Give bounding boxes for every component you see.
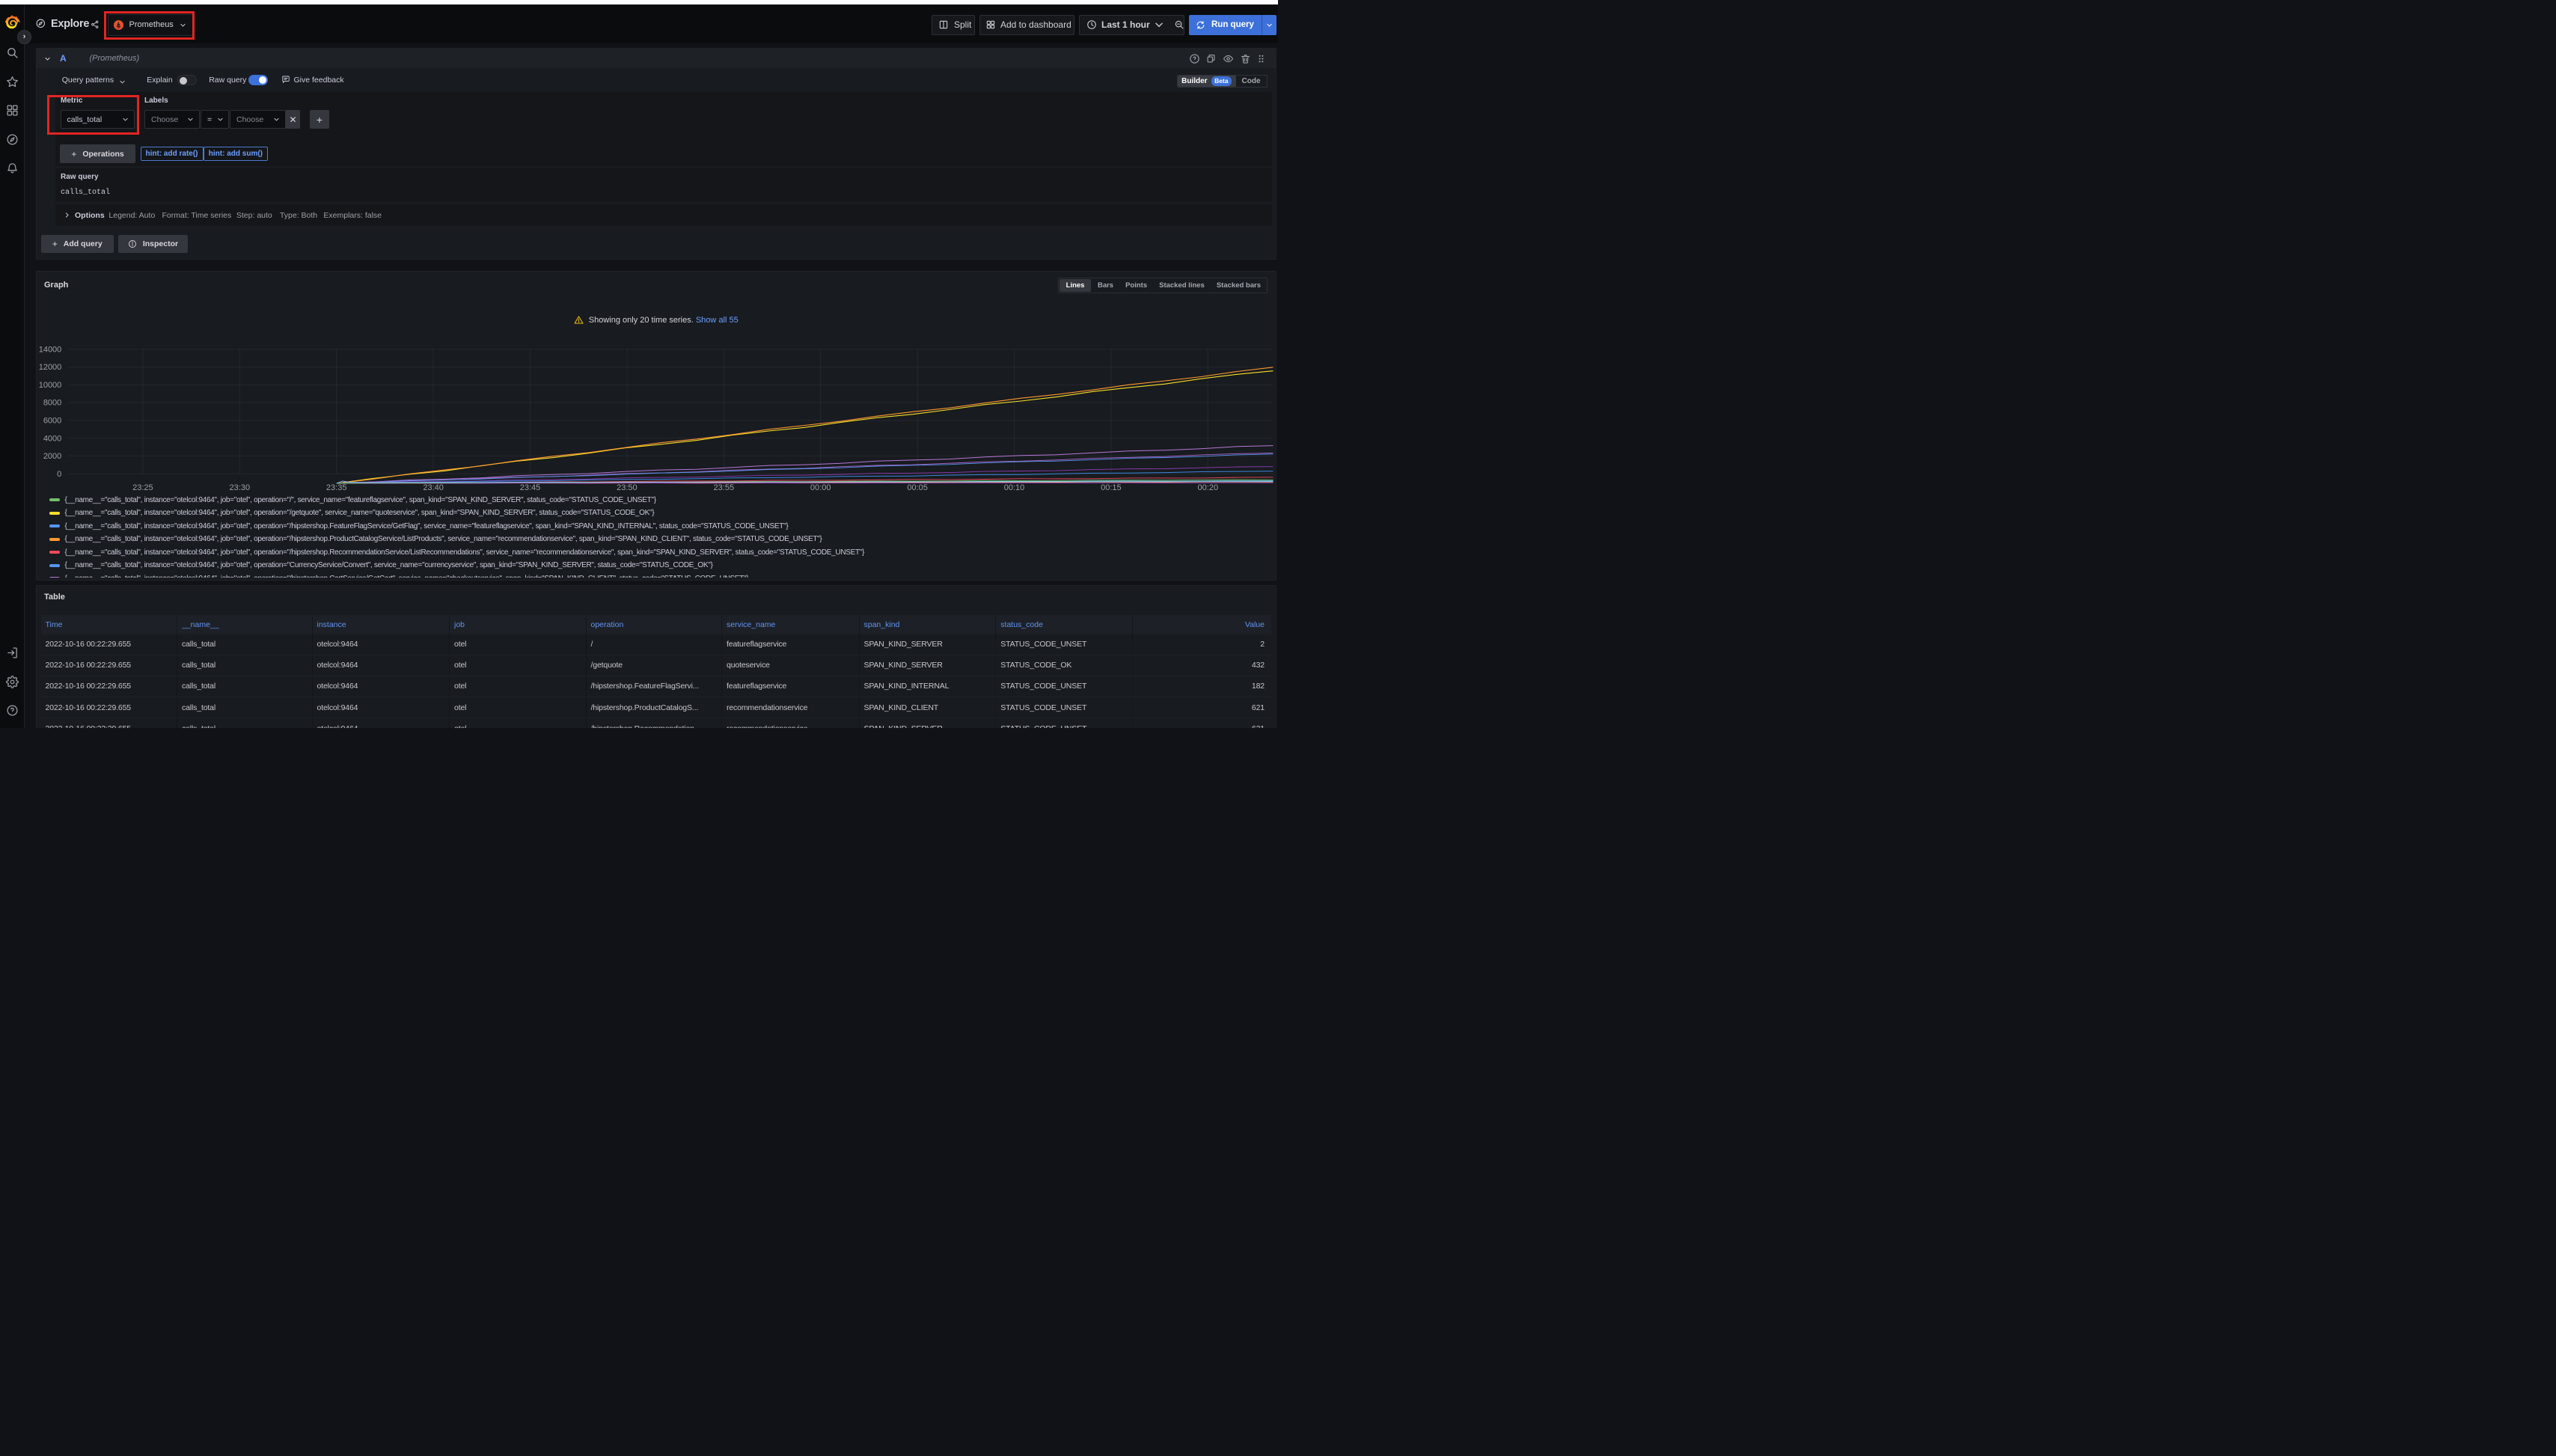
svg-text:23:55: 23:55 — [713, 483, 734, 492]
svg-text:23:50: 23:50 — [617, 483, 638, 492]
svg-text:2000: 2000 — [43, 452, 61, 461]
svg-text:0: 0 — [57, 470, 61, 479]
svg-text:00:15: 00:15 — [1101, 483, 1122, 492]
svg-text:23:35: 23:35 — [325, 483, 346, 492]
svg-text:23:25: 23:25 — [132, 483, 153, 492]
svg-text:23:40: 23:40 — [423, 483, 444, 492]
svg-text:00:05: 00:05 — [907, 483, 928, 492]
svg-text:23:45: 23:45 — [519, 483, 540, 492]
svg-text:12000: 12000 — [38, 363, 61, 372]
svg-text:00:10: 00:10 — [1003, 483, 1024, 492]
svg-text:8000: 8000 — [43, 399, 61, 408]
svg-text:00:00: 00:00 — [810, 483, 831, 492]
svg-text:00:20: 00:20 — [1197, 483, 1218, 492]
svg-text:23:30: 23:30 — [229, 483, 250, 492]
svg-text:14000: 14000 — [38, 345, 61, 354]
svg-text:4000: 4000 — [43, 434, 61, 443]
svg-text:6000: 6000 — [43, 416, 61, 425]
svg-text:10000: 10000 — [38, 381, 61, 390]
